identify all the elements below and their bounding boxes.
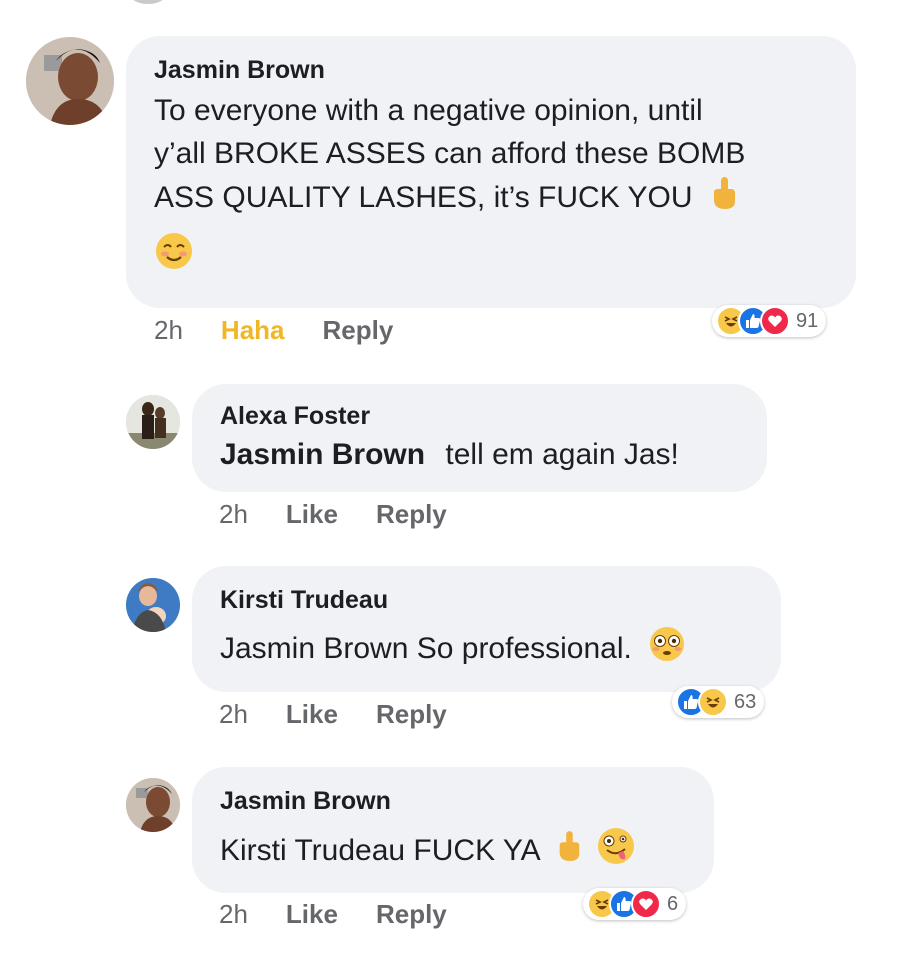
reply-bubble: Alexa Foster Jasmin Brown tell em again …	[192, 384, 767, 492]
love-reaction-icon	[760, 306, 790, 336]
reaction-summary[interactable]: 91	[712, 305, 827, 337]
reaction-count: 91	[796, 309, 819, 332]
middle-finger-emoji	[709, 175, 739, 223]
reaction-summary[interactable]: 6	[583, 888, 687, 920]
comment-bubble: Jasmin Brown To everyone with a negative…	[126, 36, 856, 308]
comment-timestamp[interactable]: 2h	[154, 315, 183, 346]
comment-text-line: y’all BROKE ASSES can afford these BOMB	[154, 137, 746, 170]
comment-text: tell em again Jas!	[445, 438, 679, 471]
reply-button[interactable]: Reply	[376, 899, 447, 930]
flushed-emoji	[648, 625, 686, 675]
like-button[interactable]: Like	[286, 899, 338, 930]
haha-reaction-icon	[698, 687, 728, 717]
smiling-blush-emoji	[154, 231, 194, 283]
zany-face-emoji	[596, 826, 636, 878]
comment-actions: 2h Like Reply	[219, 899, 485, 930]
comment-author[interactable]: Kirsti Trudeau	[220, 586, 753, 615]
comment-text: Jasmin Brown So professional.	[220, 631, 632, 665]
comment-text-line: To everyone with a negative opinion, unt…	[154, 94, 703, 127]
love-reaction-icon	[631, 889, 661, 919]
like-button[interactable]: Like	[286, 699, 338, 730]
reply-button[interactable]: Reply	[376, 699, 447, 730]
reply-bubble: Jasmin Brown Kirsti Trudeau FUCK YA	[192, 767, 714, 893]
comment-actions: 2h Like Reply	[219, 499, 485, 530]
avatar-alexa-foster[interactable]	[126, 395, 180, 449]
middle-finger-emoji	[555, 829, 583, 875]
previous-avatar-edge	[130, 0, 166, 4]
comment-actions: 2h Like Reply	[219, 699, 485, 730]
comment-author[interactable]: Alexa Foster	[220, 402, 739, 431]
haha-reaction-button[interactable]: Haha	[221, 315, 285, 346]
reply-button[interactable]: Reply	[323, 315, 394, 346]
reply-bubble: Kirsti Trudeau Jasmin Brown So professio…	[192, 566, 781, 692]
comment-timestamp[interactable]: 2h	[219, 499, 248, 530]
like-button[interactable]: Like	[286, 499, 338, 530]
avatar-jasmin-brown[interactable]	[126, 778, 180, 832]
comment-actions: 2h Haha Reply	[154, 315, 431, 346]
mention-link[interactable]: Jasmin Brown	[220, 438, 425, 471]
comment-timestamp[interactable]: 2h	[219, 899, 248, 930]
comment-author[interactable]: Jasmin Brown	[154, 56, 828, 85]
avatar-kirsti-trudeau[interactable]	[126, 578, 180, 632]
reaction-summary[interactable]: 63	[672, 686, 765, 718]
reaction-count: 6	[667, 892, 679, 915]
reply-button[interactable]: Reply	[376, 499, 447, 530]
comment-text-line: ASS QUALITY LASHES, it’s FUCK YOU	[154, 180, 693, 214]
comment-text: Kirsti Trudeau FUCK YA	[220, 833, 540, 867]
comment-timestamp[interactable]: 2h	[219, 699, 248, 730]
comment-author[interactable]: Jasmin Brown	[220, 787, 686, 816]
reaction-count: 63	[734, 690, 757, 713]
avatar-jasmin-brown[interactable]	[26, 37, 114, 125]
